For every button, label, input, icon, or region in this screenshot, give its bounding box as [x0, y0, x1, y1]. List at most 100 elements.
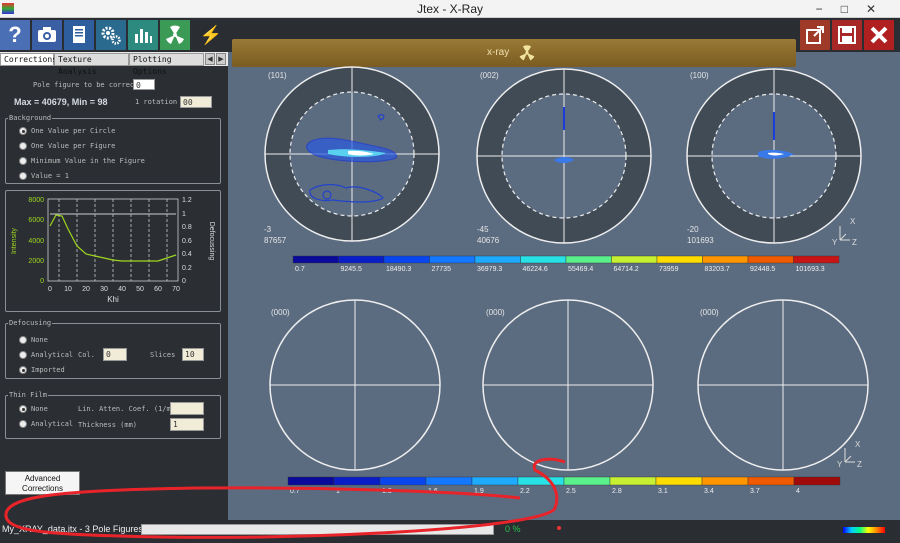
xray-button[interactable]: [160, 20, 190, 50]
colorbar-label: 2.5: [566, 488, 576, 495]
tab-scroll-left-icon[interactable]: ◀: [205, 53, 215, 65]
colorbar-label: 4: [796, 488, 800, 495]
y-left-tick: 8000: [28, 197, 44, 204]
film-radio-analytical[interactable]: [19, 420, 27, 428]
colorbar-segment: [655, 476, 703, 486]
run-button[interactable]: ⚡: [196, 20, 226, 50]
colorbar-segment: [609, 476, 657, 486]
save-icon: [838, 26, 856, 44]
app-icon: [2, 3, 14, 14]
bg-radio-value1[interactable]: [19, 172, 27, 180]
tab-plotting-options[interactable]: Plotting Options: [129, 53, 204, 76]
axes-glyph-bottom: X Y Z: [837, 440, 862, 469]
lightning-icon: ⚡: [199, 24, 223, 45]
radiation-icon: [166, 25, 184, 44]
help-button[interactable]: ?: [0, 20, 30, 50]
left-panel: Corrections Texture Analysis Plotting Op…: [0, 52, 228, 520]
colorbar-segment: [520, 255, 567, 264]
colorbar-label: 9245.5: [341, 266, 363, 273]
thickness-label: Thickness (mm): [78, 421, 138, 429]
defocus-chart: 0 2000 4000 6000 8000 Intensity 0 0.2 0.…: [11, 197, 215, 304]
colorbar-segment: [563, 476, 611, 486]
maximize-button[interactable]: □: [841, 2, 866, 16]
window-controls[interactable]: −□✕: [816, 0, 894, 18]
slices-input[interactable]: 10: [182, 348, 204, 361]
colorbar-segment: [702, 255, 749, 264]
slices-label: Slices: [150, 351, 176, 359]
status-indicator: [557, 526, 561, 530]
colorbar-label: 2.2: [520, 488, 530, 495]
axis-y-label: Y: [832, 238, 838, 247]
camera-button[interactable]: [32, 20, 62, 50]
bg-radio-minimum[interactable]: [19, 157, 27, 165]
defocus-option-label: Imported: [31, 366, 65, 374]
document-icon: [73, 26, 85, 43]
advanced-corrections-button[interactable]: Advanced Corrections: [5, 471, 80, 495]
background-title: Background: [8, 114, 53, 122]
tab-bar: Corrections Texture Analysis Plotting Op…: [0, 52, 228, 76]
colorbar-label: 46224.6: [523, 266, 548, 273]
x-tick: 60: [154, 286, 162, 293]
y-right-axis-label: Defocussing: [208, 222, 215, 261]
export-button[interactable]: [800, 20, 830, 50]
pole-figure-area: (101) -3 87657 (002) -45 40676 (100) -20…: [264, 66, 869, 495]
axis-y-label: Y: [837, 460, 843, 469]
colorbar-label: 3.7: [750, 488, 760, 495]
pole-min: -3: [264, 225, 272, 234]
colorbar-segment: [565, 255, 612, 264]
colorbar-segment: [517, 476, 565, 486]
colorbar-segment: [287, 476, 335, 486]
pole-figure-bottom-3: (000): [697, 299, 869, 471]
defocus-radio-analytical[interactable]: [19, 351, 27, 359]
close-window-button[interactable]: ✕: [866, 2, 894, 16]
bg-radio-circle[interactable]: [19, 127, 27, 135]
pole-max: 40676: [477, 236, 500, 245]
tab-corrections[interactable]: Corrections: [0, 53, 57, 66]
defocus-radio-none[interactable]: [19, 336, 27, 344]
close-icon: [870, 26, 888, 44]
tab-scroll-right-icon[interactable]: ▶: [216, 53, 226, 65]
colorbar-label: 3.4: [704, 488, 714, 495]
exit-button[interactable]: [864, 20, 894, 50]
defocus-radio-imported[interactable]: [19, 366, 27, 374]
colorbar-segment: [383, 255, 430, 264]
pole-label: (000): [271, 308, 290, 317]
max-min-label: Max = 40679, Min = 98: [14, 97, 108, 107]
document-button[interactable]: [64, 20, 94, 50]
y-right-tick: 0.4: [182, 251, 192, 258]
colorbar-segment: [701, 476, 749, 486]
rotation-spinner[interactable]: 00: [180, 96, 212, 108]
bg-option-label: Minimum Value in the Figure: [31, 157, 145, 165]
title-bar: Jtex - X-Ray −□✕: [0, 0, 900, 18]
x-tick: 50: [136, 286, 144, 293]
film-radio-none[interactable]: [19, 405, 27, 413]
pole-min: -45: [477, 225, 489, 234]
bg-option-label: One Value per Circle: [31, 127, 116, 135]
colorbar-label: 18490.3: [386, 266, 411, 273]
colorbar-bottom: 0.7 1 1.3 1.6 1.9 2.2 2.5 2.8 3.1 3.4 3.7 4: [287, 476, 841, 495]
camera-icon: [38, 27, 56, 42]
bg-option-label: Value = 1: [31, 172, 69, 180]
colorbar-label: 83203.7: [705, 266, 730, 273]
y-left-tick: 0: [40, 278, 44, 285]
tab-texture-analysis[interactable]: Texture Analysis: [54, 53, 129, 76]
save-button[interactable]: [832, 20, 862, 50]
defocus-option-label: Analytical: [31, 351, 74, 359]
progress-bar: [141, 524, 494, 535]
lin-atten-input[interactable]: [170, 402, 204, 415]
colorbar-segment: [379, 476, 427, 486]
pole-figure-bottom-2: (000): [482, 299, 654, 471]
settings-button[interactable]: [96, 20, 126, 50]
chart-button[interactable]: [128, 20, 158, 50]
pole-figure-input[interactable]: 0: [133, 79, 155, 90]
pole-min: -20: [687, 225, 699, 234]
bar-chart-icon: [135, 29, 152, 43]
bg-radio-figure[interactable]: [19, 142, 27, 150]
minimize-button[interactable]: −: [816, 2, 841, 16]
pole-figure-label: Pole figure to be corrected: [33, 81, 147, 89]
colorbar-label: 55469.4: [568, 266, 593, 273]
thickness-input[interactable]: 1: [170, 418, 204, 431]
col-input[interactable]: 0: [103, 348, 127, 361]
y-right-tick: 0: [182, 278, 186, 285]
pole-figure-top-2: (002) -45 40676: [476, 68, 652, 245]
